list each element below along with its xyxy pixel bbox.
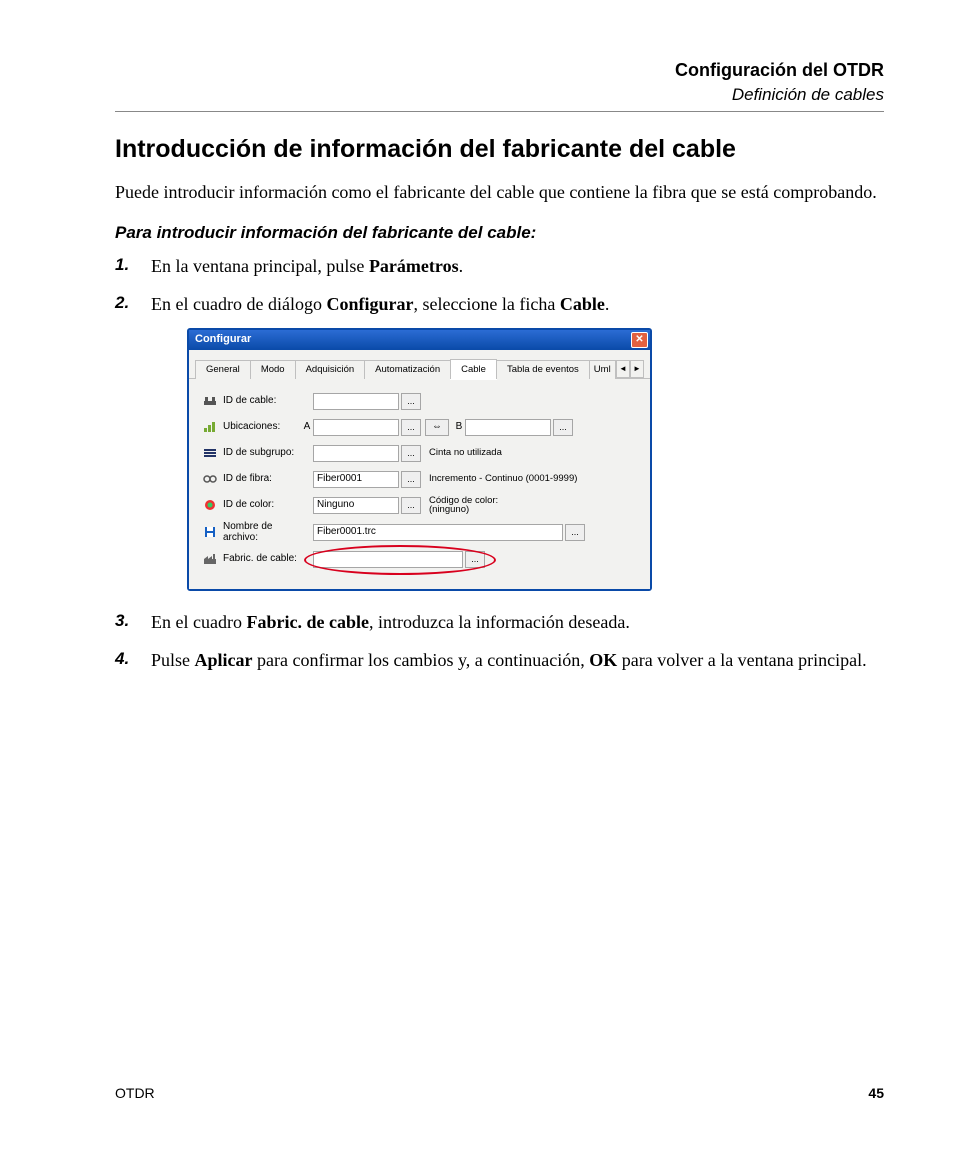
dialog-titlebar: Configurar ✕ — [189, 330, 650, 350]
tab-scroll-arrows: ◄ ► — [616, 360, 644, 378]
input-fabric-cable[interactable] — [313, 551, 463, 568]
step-2: En el cuadro de diálogo Configurar, sele… — [115, 291, 884, 591]
input-id-cable[interactable] — [313, 393, 399, 410]
dialog-title: Configurar — [195, 334, 631, 345]
mark-b: B — [453, 422, 465, 432]
input-id-fibra[interactable]: Fiber0001 — [313, 471, 399, 488]
label-id-fibra: ID de fibra: — [219, 474, 301, 484]
ellipsis-ubicacion-a-button[interactable]: ... — [401, 419, 421, 436]
dialog-figure: Configurar ✕ General Modo Adquisición Au… — [187, 328, 884, 592]
tab-scroll-right-button[interactable]: ► — [630, 360, 644, 378]
label-id-color: ID de color: — [219, 500, 301, 510]
input-id-subgrupo[interactable] — [313, 445, 399, 462]
tab-uml-fragment[interactable]: Uml — [589, 360, 616, 380]
tab-tabla-eventos[interactable]: Tabla de eventos — [496, 360, 590, 380]
subgroup-icon — [201, 447, 219, 459]
input-nombre-archivo[interactable]: Fiber0001.trc — [313, 524, 563, 541]
step-1-pre: En la ventana principal, pulse — [151, 256, 369, 276]
step-2-mid: , seleccione la ficha — [413, 294, 559, 314]
step-3: En el cuadro Fabric. de cable, introduzc… — [115, 609, 884, 635]
step-2-bold1: Configurar — [326, 294, 413, 314]
tab-modo[interactable]: Modo — [250, 360, 296, 380]
row-id-color: ID de color: Ninguno ... Código de color… — [201, 495, 638, 515]
row-id-subgrupo: ID de subgrupo: ... Cinta no utilizada — [201, 443, 638, 463]
side-incremento: Incremento - Continuo (0001-9999) — [429, 474, 577, 484]
step-4-pre: Pulse — [151, 650, 195, 670]
label-ubicaciones: Ubicaciones: — [219, 422, 301, 432]
page-header: Configuración del OTDR Definición de cab… — [115, 60, 884, 105]
label-fabric-cable: Fabric. de cable: — [219, 554, 301, 564]
step-2-pre: En el cuadro de diálogo — [151, 294, 326, 314]
tab-adquisicion[interactable]: Adquisición — [295, 360, 366, 380]
ellipsis-id-fibra-button[interactable]: ... — [401, 471, 421, 488]
row-fabric-cable: Fabric. de cable: ... — [201, 549, 638, 569]
label-nombre-archivo: Nombre de archivo: — [219, 521, 301, 543]
step-4-mid: para confirmar los cambios y, a continua… — [253, 650, 590, 670]
step-1: En la ventana principal, pulse Parámetro… — [115, 253, 884, 279]
color-icon — [201, 499, 219, 511]
tab-general[interactable]: General — [195, 360, 251, 380]
tab-strip: General Modo Adquisición Automatización … — [189, 350, 650, 380]
mark-a: A — [301, 422, 313, 432]
side-cinta: Cinta no utilizada — [429, 448, 502, 458]
ellipsis-nombre-archivo-button[interactable]: ... — [565, 524, 585, 541]
header-title: Configuración del OTDR — [115, 60, 884, 81]
steps-list: En la ventana principal, pulse Parámetro… — [115, 253, 884, 673]
row-id-cable: ID de cable: ... — [201, 391, 638, 411]
tab-cable[interactable]: Cable — [450, 359, 497, 380]
label-id-subgrupo: ID de subgrupo: — [219, 448, 301, 458]
label-id-cable: ID de cable: — [219, 396, 301, 406]
step-3-pre: En el cuadro — [151, 612, 246, 632]
side-codigo-color-l2: (ninguno) — [429, 504, 469, 515]
side-codigo-color: Código de color: (ninguno) — [429, 496, 498, 515]
locations-icon — [201, 421, 219, 433]
tab-scroll-left-button[interactable]: ◄ — [616, 360, 630, 378]
header-rule — [115, 111, 884, 112]
row-nombre-archivo: Nombre de archivo: Fiber0001.trc ... — [201, 521, 638, 543]
ellipsis-id-subgrupo-button[interactable]: ... — [401, 445, 421, 462]
header-subtitle: Definición de cables — [115, 85, 884, 105]
step-4-bold1: Aplicar — [195, 650, 253, 670]
tab-automatizacion[interactable]: Automatización — [364, 360, 451, 380]
page-footer: OTDR 45 — [115, 1085, 884, 1101]
step-3-bold: Fabric. de cable — [246, 612, 368, 632]
step-4-post: para volver a la ventana principal. — [617, 650, 866, 670]
ellipsis-id-cable-button[interactable]: ... — [401, 393, 421, 410]
footer-product: OTDR — [115, 1085, 155, 1101]
step-4: Pulse Aplicar para confirmar los cambios… — [115, 647, 884, 673]
factory-icon — [201, 553, 219, 565]
triangle-left-icon: ◄ — [619, 365, 627, 373]
cable-id-icon — [201, 395, 219, 407]
save-icon — [201, 526, 219, 538]
step-1-post: . — [459, 256, 464, 276]
step-2-post: . — [605, 294, 610, 314]
step-4-bold2: OK — [589, 650, 617, 670]
input-id-color[interactable]: Ninguno — [313, 497, 399, 514]
swap-arrows-icon: ⇔ — [432, 422, 442, 432]
input-ubicacion-b[interactable] — [465, 419, 551, 436]
dialog-body: ID de cable: ... Ubicaciones: A — [189, 379, 650, 589]
step-3-post: , introduzca la información deseada. — [369, 612, 630, 632]
fiber-icon — [201, 473, 219, 485]
close-icon: ✕ — [635, 335, 643, 345]
step-1-bold: Parámetros — [369, 256, 459, 276]
swap-locations-button[interactable]: ⇔ — [425, 419, 449, 436]
footer-page-number: 45 — [868, 1085, 884, 1101]
row-ubicaciones: Ubicaciones: A ... ⇔ B ... — [201, 417, 638, 437]
ellipsis-id-color-button[interactable]: ... — [401, 497, 421, 514]
ellipsis-fabric-cable-button[interactable]: ... — [465, 551, 485, 568]
intro-text: Puede introducir información como el fab… — [115, 179, 884, 205]
section-heading: Introducción de información del fabrican… — [115, 134, 884, 165]
ellipsis-ubicacion-b-button[interactable]: ... — [553, 419, 573, 436]
row-id-fibra: ID de fibra: Fiber0001 ... Incremento - … — [201, 469, 638, 489]
close-button[interactable]: ✕ — [631, 332, 648, 348]
configurar-dialog: Configurar ✕ General Modo Adquisición Au… — [187, 328, 652, 592]
input-ubicacion-a[interactable] — [313, 419, 399, 436]
sub-heading: Para introducir información del fabrican… — [115, 223, 884, 243]
step-2-bold2: Cable — [560, 294, 605, 314]
triangle-right-icon: ► — [633, 365, 641, 373]
